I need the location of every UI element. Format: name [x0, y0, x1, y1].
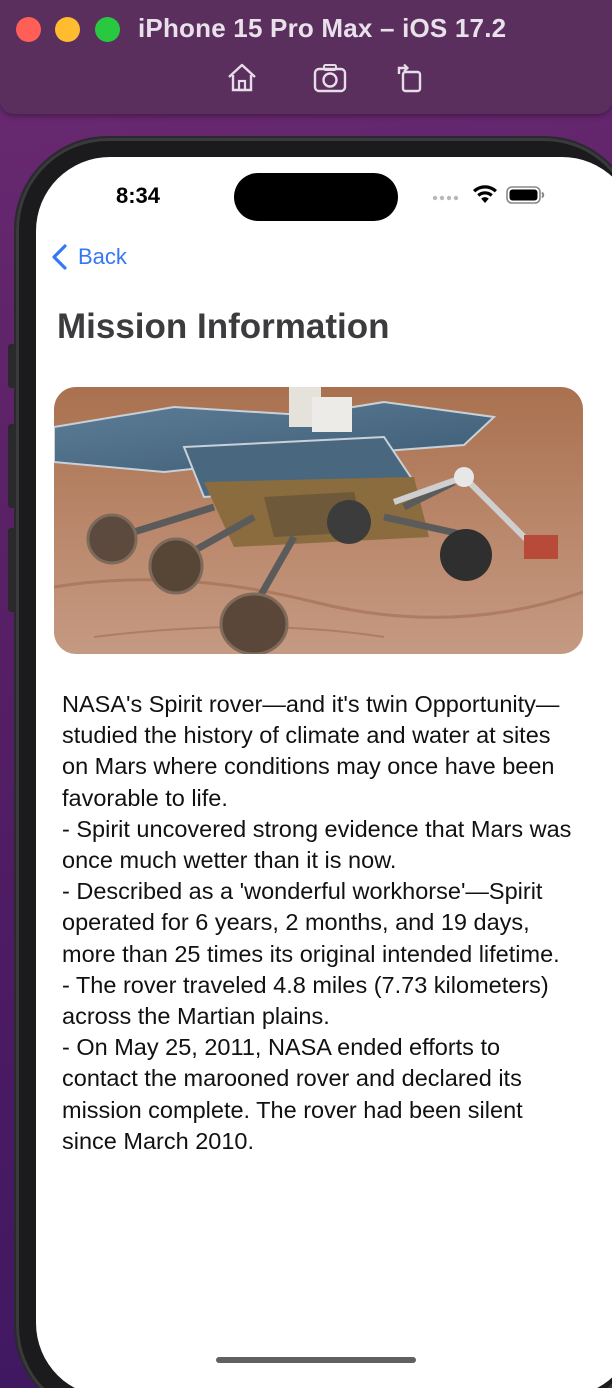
- back-button-label: Back: [78, 244, 127, 269]
- action-button: [8, 344, 16, 388]
- rotate-icon[interactable]: [392, 60, 428, 96]
- mission-description: NASA's Spirit rover—and it's twin Opport…: [62, 691, 572, 1154]
- wifi-icon: [473, 185, 497, 203]
- home-indicator[interactable]: [216, 1357, 416, 1363]
- back-button[interactable]: Back: [50, 241, 127, 273]
- simulator-title: iPhone 15 Pro Max – iOS 17.2: [138, 13, 507, 43]
- zoom-window-button[interactable]: [95, 17, 120, 42]
- battery-icon: [506, 186, 545, 204]
- chevron-left-icon: [52, 244, 67, 270]
- close-window-button[interactable]: [16, 17, 41, 42]
- app-screen: 8:34 Back Mission Information NASA's Spi…: [36, 157, 612, 1388]
- simulator-titlebar: iPhone 15 Pro Max – iOS 17.2: [0, 0, 612, 114]
- rover-image: [54, 387, 583, 654]
- volume-up-button: [8, 424, 16, 508]
- volume-down-button: [8, 528, 16, 612]
- home-icon[interactable]: [224, 60, 260, 96]
- dynamic-island: [234, 173, 398, 221]
- signal-icon: [432, 195, 459, 201]
- status-time: 8:34: [116, 183, 161, 208]
- screenshot-icon[interactable]: [312, 60, 348, 96]
- page-title: Mission Information: [57, 307, 390, 346]
- minimize-window-button[interactable]: [55, 17, 80, 42]
